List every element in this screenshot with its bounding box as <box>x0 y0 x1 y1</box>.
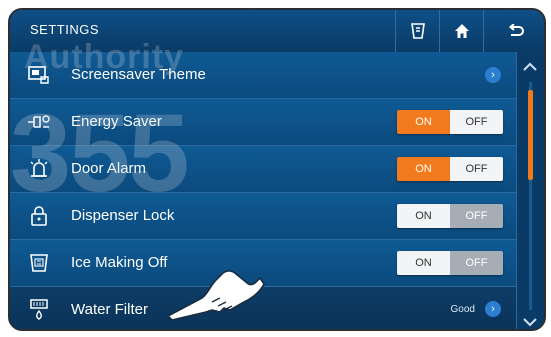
door-alarm-toggle[interactable]: ON OFF <box>397 157 503 181</box>
energy-saver-icon <box>26 110 52 134</box>
scroll-up-icon[interactable] <box>521 60 539 74</box>
chevron-right-icon[interactable]: › <box>485 301 501 317</box>
toggle-off[interactable]: OFF <box>450 110 503 134</box>
screensaver-icon <box>26 63 52 87</box>
water-filter-icon <box>26 298 52 322</box>
toggle-on[interactable]: ON <box>397 251 450 275</box>
toggle-on[interactable]: ON <box>397 110 450 134</box>
setting-row-screensaver-theme[interactable]: Screensaver Theme › <box>10 52 519 99</box>
lock-icon <box>26 204 52 228</box>
scrollbar[interactable] <box>516 52 544 329</box>
setting-label: Dispenser Lock <box>71 207 175 224</box>
ice-making-toggle[interactable]: ON OFF <box>397 251 503 275</box>
setting-label: Ice Making Off <box>71 254 168 271</box>
toggle-off[interactable]: OFF <box>450 251 503 275</box>
filter-status: Good <box>450 304 475 315</box>
settings-panel: SETTINGS Screensaver Theme › Energy Save… <box>8 8 546 331</box>
setting-row-energy-saver[interactable]: Energy Saver ON OFF <box>10 99 519 146</box>
header-bar: SETTINGS <box>10 10 544 53</box>
setting-row-door-alarm[interactable]: Door Alarm ON OFF <box>10 146 519 193</box>
manual-icon <box>410 22 426 40</box>
setting-label: Screensaver Theme <box>71 66 206 83</box>
manual-button[interactable] <box>395 10 440 52</box>
dispenser-lock-toggle[interactable]: ON OFF <box>397 204 503 228</box>
chevron-right-icon[interactable]: › <box>485 67 501 83</box>
setting-label: Energy Saver <box>71 113 162 130</box>
toggle-on[interactable]: ON <box>397 204 450 228</box>
door-alarm-icon <box>26 157 52 181</box>
setting-label: Water Filter <box>71 301 148 318</box>
back-button[interactable] <box>483 10 544 52</box>
setting-row-ice-making-off[interactable]: Ice Making Off ON OFF <box>10 240 519 287</box>
page-title: SETTINGS <box>30 22 100 37</box>
scroll-down-icon[interactable] <box>521 315 539 329</box>
home-icon <box>454 23 470 39</box>
scroll-thumb[interactable] <box>528 90 533 180</box>
back-icon <box>508 24 524 38</box>
settings-list: Screensaver Theme › Energy Saver ON OFF … <box>10 52 519 329</box>
setting-row-dispenser-lock[interactable]: Dispenser Lock ON OFF <box>10 193 519 240</box>
energy-saver-toggle[interactable]: ON OFF <box>397 110 503 134</box>
setting-row-water-filter[interactable]: Water Filter Good › <box>10 287 519 329</box>
toggle-off[interactable]: OFF <box>450 157 503 181</box>
setting-label: Door Alarm <box>71 160 147 177</box>
toggle-off[interactable]: OFF <box>450 204 503 228</box>
toggle-on[interactable]: ON <box>397 157 450 181</box>
home-button[interactable] <box>439 10 484 52</box>
ice-making-icon <box>26 251 52 275</box>
